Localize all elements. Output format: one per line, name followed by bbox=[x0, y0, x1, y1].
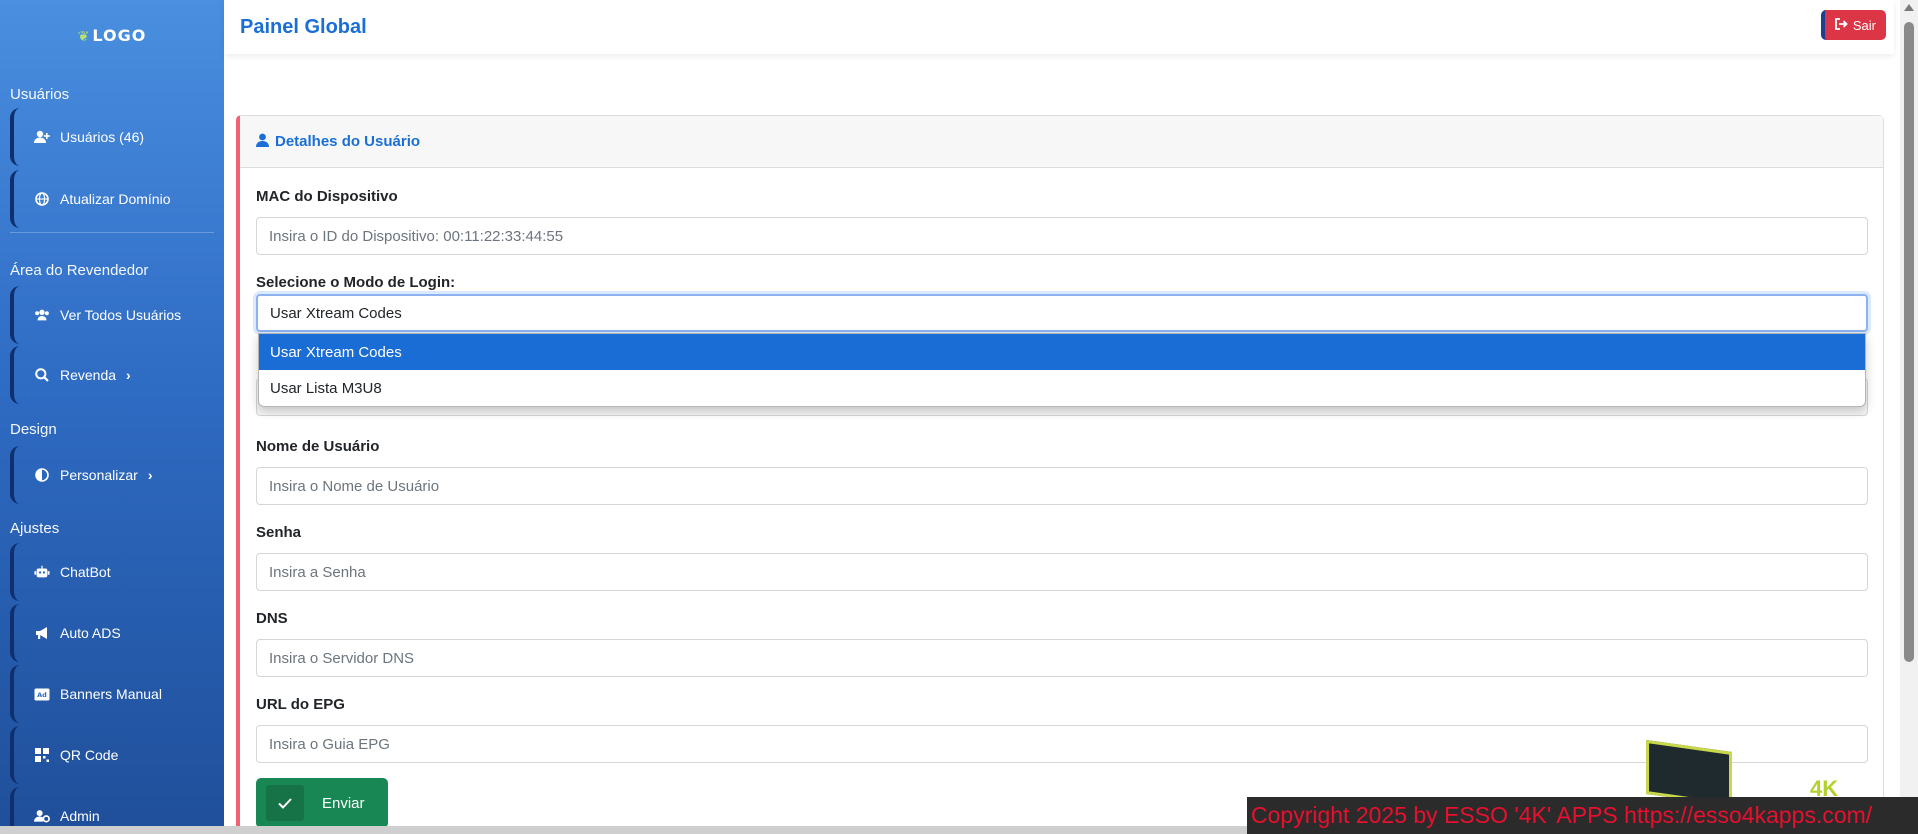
sidebar-item-chatbot[interactable]: ChatBot bbox=[10, 543, 214, 601]
sidebar-item-label: Banners Manual bbox=[60, 686, 162, 702]
logo[interactable]: ❦ LOGO bbox=[0, 26, 224, 45]
logout-label: Sair bbox=[1852, 17, 1876, 33]
dns-label: DNS bbox=[256, 610, 288, 627]
sidebar-item-label: Ver Todos Usuários bbox=[60, 307, 182, 323]
logout-button[interactable]: Sair bbox=[1820, 10, 1886, 40]
sidebar-item-banners-manual[interactable]: Ad Banners Manual bbox=[10, 665, 214, 723]
logo-text: LOGO bbox=[92, 26, 147, 45]
page-scrollbar[interactable] bbox=[1900, 0, 1918, 834]
username-label: Nome de Usuário bbox=[256, 438, 380, 455]
sidebar-item-qr-code[interactable]: QR Code bbox=[10, 726, 214, 784]
megaphone-icon bbox=[34, 625, 50, 641]
card-title: Detalhes do Usuário bbox=[275, 133, 421, 150]
user-plus-icon bbox=[34, 129, 50, 145]
epg-input[interactable]: Insira o Guia EPG bbox=[256, 725, 1868, 763]
password-label: Senha bbox=[256, 524, 302, 541]
globe-icon bbox=[34, 191, 50, 207]
sidebar-item-label: Personalizar bbox=[60, 467, 138, 483]
check-icon bbox=[266, 785, 304, 821]
user-icon bbox=[256, 133, 269, 151]
card-header: Detalhes do Usuário bbox=[240, 116, 1883, 168]
contrast-icon bbox=[34, 467, 50, 483]
robot-icon bbox=[34, 564, 50, 580]
section-title-ajustes: Ajustes bbox=[10, 520, 60, 537]
chevron-right-icon: › bbox=[147, 467, 153, 483]
sidebar-item-label: ChatBot bbox=[60, 564, 111, 580]
sidebar-item-ver-todos-usuarios[interactable]: Ver Todos Usuários bbox=[10, 286, 214, 344]
copyright-banner[interactable]: Copyright 2025 by ESSO '4K' APPS https:/… bbox=[1247, 797, 1918, 834]
epg-label: URL do EPG bbox=[256, 696, 345, 713]
page-title: Painel Global bbox=[240, 16, 367, 38]
user-cog-icon bbox=[34, 808, 50, 824]
search-user-icon bbox=[34, 367, 50, 383]
section-title-design: Design bbox=[10, 421, 57, 438]
sidebar-item-personalizar[interactable]: Personalizar › bbox=[10, 446, 214, 504]
top-bar: Painel Global Sair bbox=[224, 0, 1894, 54]
chevron-right-icon: › bbox=[126, 367, 131, 383]
dns-input[interactable]: Insira o Servidor DNS bbox=[256, 639, 1868, 677]
sidebar: ❦ LOGO Usuários Usuários (46) Atualizar D… bbox=[0, 0, 224, 834]
leaf-icon: ❦ bbox=[77, 29, 91, 45]
sidebar-item-revenda[interactable]: Revenda › bbox=[10, 346, 214, 404]
mac-label: MAC do Dispositivo bbox=[256, 188, 398, 205]
promo-image: 4K bbox=[1640, 739, 1838, 807]
svg-text:Ad: Ad bbox=[37, 691, 47, 699]
section-title-usuarios: Usuários bbox=[10, 86, 70, 103]
scroll-thumb[interactable] bbox=[1904, 22, 1914, 662]
sidebar-item-label: Auto ADS bbox=[60, 625, 121, 641]
section-title-revendedor: Área do Revendedor bbox=[10, 262, 149, 279]
submit-button[interactable]: Enviar bbox=[256, 778, 388, 828]
sign-out-icon bbox=[1834, 17, 1848, 33]
sidebar-item-label: Admin bbox=[60, 808, 100, 824]
login-mode-dropdown: Usar Xtream Codes Usar Lista M3U8 bbox=[258, 333, 1866, 407]
login-mode-label: Selecione o Modo de Login: bbox=[256, 274, 456, 291]
username-input[interactable]: Insira o Nome de Usuário bbox=[256, 467, 1868, 505]
ad-icon: Ad bbox=[34, 686, 50, 702]
qrcode-icon bbox=[34, 747, 50, 763]
sidebar-item-label: Usuários (46) bbox=[60, 129, 145, 145]
submit-label: Enviar bbox=[322, 794, 365, 812]
login-mode-select[interactable]: Usar Xtream Codes bbox=[256, 294, 1868, 332]
sidebar-item-auto-ads[interactable]: Auto ADS bbox=[10, 604, 214, 662]
scroll-up-arrow-icon[interactable] bbox=[1904, 4, 1914, 11]
sidebar-item-label: Revenda bbox=[60, 367, 117, 383]
sidebar-item-atualizar-dominio[interactable]: Atualizar Domínio bbox=[10, 170, 214, 228]
mac-input[interactable]: Insira o ID do Dispositivo: 00:11:22:33:… bbox=[256, 217, 1868, 255]
dropdown-option-m3u8[interactable]: Usar Lista M3U8 bbox=[259, 370, 1865, 406]
user-details-card: Detalhes do Usuário MAC do Dispositivo I… bbox=[236, 115, 1884, 834]
dropdown-option-xtream[interactable]: Usar Xtream Codes bbox=[259, 334, 1865, 370]
sidebar-item-label: QR Code bbox=[60, 747, 119, 763]
password-input[interactable]: Insira a Senha bbox=[256, 553, 1868, 591]
users-icon bbox=[34, 307, 50, 323]
sidebar-item-label: Atualizar Domínio bbox=[60, 191, 171, 207]
sidebar-item-usuarios[interactable]: Usuários (46) bbox=[10, 108, 214, 166]
divider bbox=[10, 232, 214, 233]
